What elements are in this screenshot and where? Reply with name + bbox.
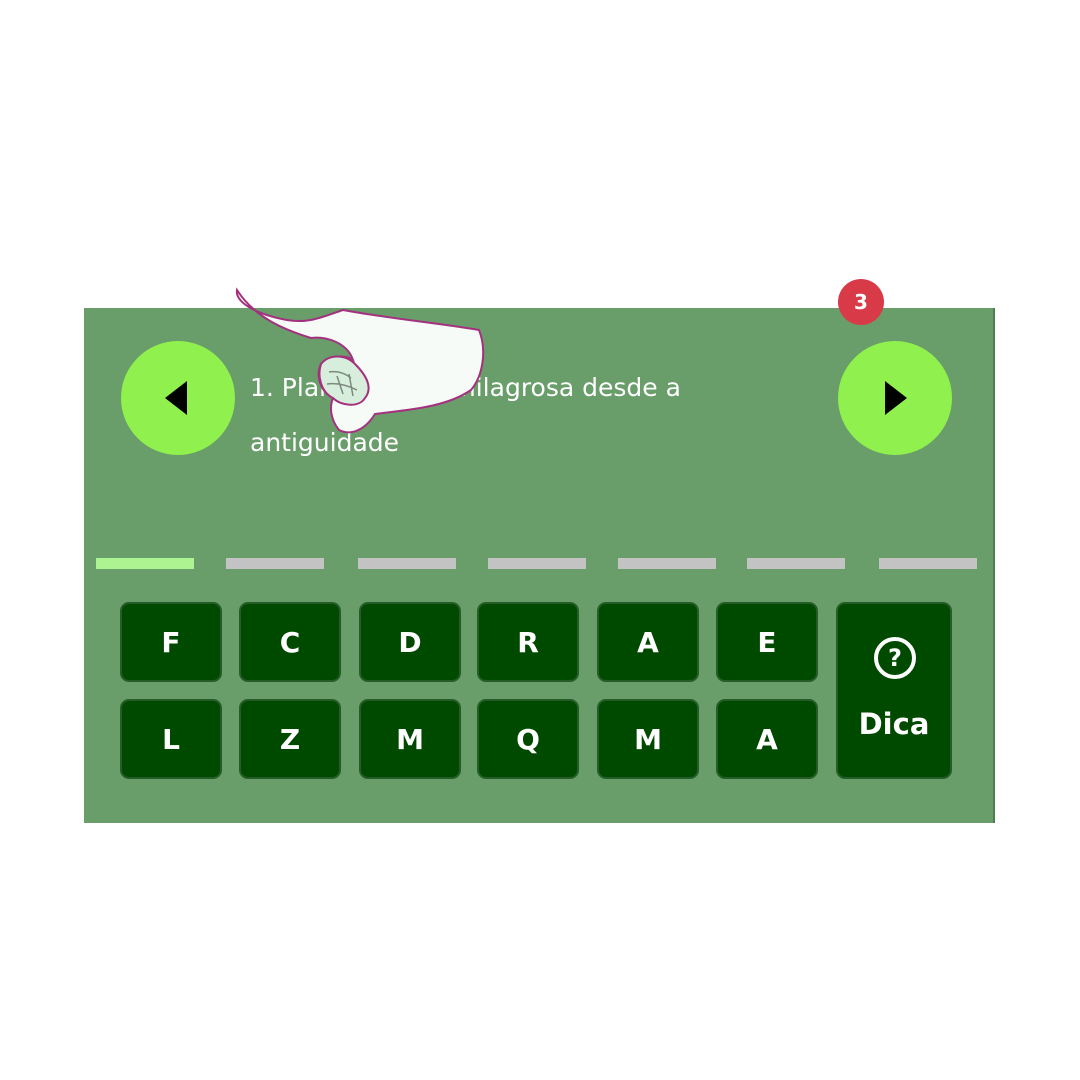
- letter-key[interactable]: D: [359, 602, 461, 682]
- triangle-right-icon: [885, 381, 907, 415]
- hint-count-badge: 3: [838, 279, 884, 325]
- answer-slot: [747, 558, 845, 569]
- triangle-left-icon: [165, 381, 187, 415]
- question-circle-icon: ?: [874, 637, 916, 679]
- letter-key[interactable]: C: [239, 602, 341, 682]
- answer-slot: [618, 558, 716, 569]
- answer-slot: [879, 558, 977, 569]
- answer-slot: [488, 558, 586, 569]
- letter-key[interactable]: F: [120, 602, 222, 682]
- answer-slot: [358, 558, 456, 569]
- hint-button[interactable]: ? Dica: [836, 602, 952, 779]
- clue-text: 1. Planta usada milagrosa desde a antigu…: [250, 373, 681, 457]
- letter-key[interactable]: L: [120, 699, 222, 779]
- letter-key[interactable]: Z: [239, 699, 341, 779]
- letter-key[interactable]: R: [477, 602, 579, 682]
- hint-label: Dica: [858, 707, 930, 741]
- letter-key[interactable]: E: [716, 602, 818, 682]
- game-panel: 1. Planta usada milagrosa desde a antigu…: [84, 308, 995, 823]
- answer-slot: [226, 558, 324, 569]
- letter-key[interactable]: A: [597, 602, 699, 682]
- previous-clue-button[interactable]: [121, 341, 235, 455]
- letter-key[interactable]: Q: [477, 699, 579, 779]
- next-clue-button[interactable]: [838, 341, 952, 455]
- letter-key[interactable]: M: [359, 699, 461, 779]
- letter-key[interactable]: M: [597, 699, 699, 779]
- answer-slot: [96, 558, 194, 569]
- letter-key[interactable]: A: [716, 699, 818, 779]
